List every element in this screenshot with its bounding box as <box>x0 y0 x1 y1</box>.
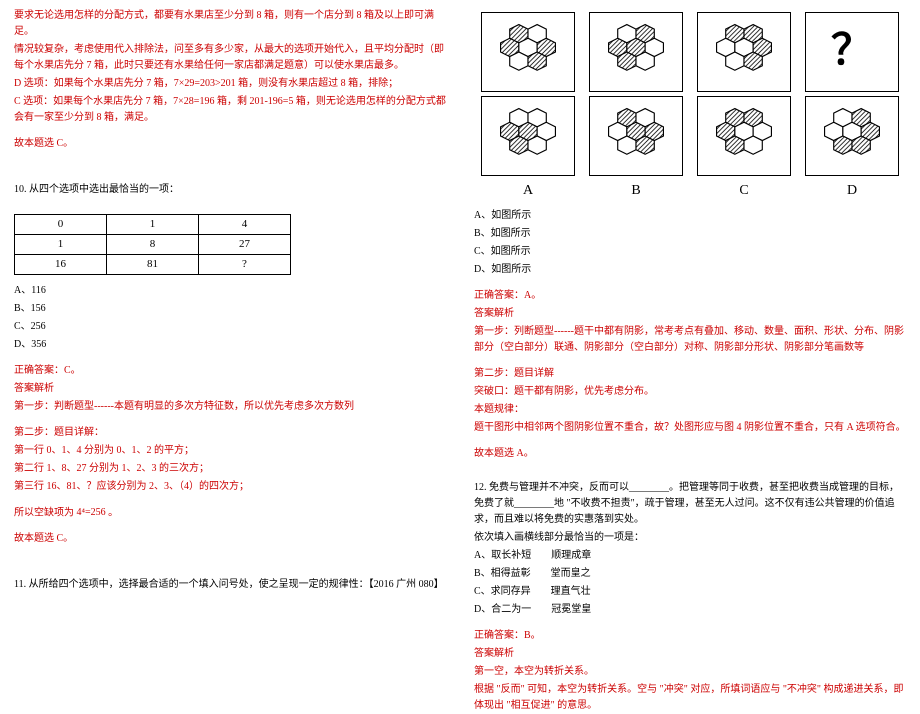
answer-end: 故本题选 C。 <box>14 531 446 547</box>
table-cell: 8 <box>107 235 199 255</box>
red-line: C 选项：如果每个水果店先分 7 箱，7×28=196 箱，剩 201-196=… <box>14 94 446 126</box>
left-column: 要求无论选用怎样的分配方式，都要有水果店至少分到 8 箱，则有一个店分到 8 箱… <box>0 0 460 651</box>
step2-line: 题干图形中相邻两个图阴影位置不重合，故？处图形应与图 4 阴影位置不重合，只有 … <box>474 420 906 436</box>
q10-answer-block: 正确答案：C。 答案解析 第一步：判断题型------本题有明显的多次方特征数，… <box>14 363 446 547</box>
step2-line: 第一行 0、1、4 分别为 0、1、2 的平方； <box>14 443 446 459</box>
q10-opt: B、156 <box>14 301 446 317</box>
step1: 第一步：判断题型------本题有明显的多次方特征数，所以优先考虑多次方数列 <box>14 399 446 415</box>
hex-cluster-icon <box>601 104 671 168</box>
option-labels: A B C D <box>474 180 906 202</box>
option-label: D <box>805 180 899 202</box>
formula-pre: 所以空缺项为 <box>14 507 74 518</box>
q11-answer-block: 正确答案：A。 答案解析 第一步：列断题型------题干中都有阴影，常考考点有… <box>474 288 906 462</box>
step2-header: 第二步：题目详解 <box>474 366 906 382</box>
question-mark-cell: ？ <box>805 12 899 92</box>
q10-opt: A、116 <box>14 283 446 299</box>
option-label: A <box>481 180 575 202</box>
q12-answer-block: 正确答案：B。 答案解析 第一空，本空为转折关系。 根据 "反而" 可知，本空为… <box>474 628 906 714</box>
red-line: 情况较复杂，考虑使用代入排除法，问至多有多少家，从最大的选项开始代入，且平均分配… <box>14 42 446 74</box>
answer-header: 答案解析 <box>14 381 446 397</box>
option-label: C <box>697 180 791 202</box>
ans-line: 第一空，本空为转折关系。 <box>474 664 906 680</box>
option-cell <box>805 96 899 176</box>
q11-figure: ？ <box>474 12 906 202</box>
hex-cluster-icon <box>709 20 779 84</box>
prev-answer-red: 要求无论选用怎样的分配方式，都要有水果店至少分到 8 箱，则有一个店分到 8 箱… <box>14 8 446 152</box>
step2-line: 突破口：题干都有阴影，优先考虑分布。 <box>474 384 906 400</box>
formula: 4⁴=256 <box>77 505 106 521</box>
q11-opt: D、如图所示 <box>474 262 906 278</box>
ans-line: 根据 "反而" 可知，本空为转折关系。空与 "冲突" 对应，所填词语应与 "不冲… <box>474 682 906 714</box>
q11-opt: C、如图所示 <box>474 244 906 260</box>
step2-line: 第三行 16、81、？应该分别为 2、3、（4）的四次方； <box>14 479 446 495</box>
answer-end: 故本题选 A。 <box>474 446 906 462</box>
right-column: ？ <box>460 0 920 651</box>
q10-table: 0 1 4 1 8 27 16 81 ? <box>14 214 291 275</box>
hex-cluster-icon <box>709 104 779 168</box>
correct-answer: 正确答案：A。 <box>474 288 906 304</box>
red-line: 故本题选 C。 <box>14 136 446 152</box>
table-cell: 27 <box>199 235 291 255</box>
table-cell: 4 <box>199 215 291 235</box>
q11-opt: B、如图所示 <box>474 226 906 242</box>
q12-opt: D、合二为一 冠冕堂皇 <box>474 602 906 618</box>
q12-stem: 12. 免费与管理并不冲突，反而可以________。把管理等同于收费，甚至把收… <box>474 480 906 528</box>
option-cell <box>589 96 683 176</box>
option-cell <box>481 96 575 176</box>
step2-line: 本题规律： <box>474 402 906 418</box>
hex-cluster-icon <box>817 104 887 168</box>
answer-header: 答案解析 <box>474 306 906 322</box>
red-line: D 选项：如果每个水果店先分 7 箱，7×29=203>201 箱，则没有水果店… <box>14 76 446 92</box>
correct-answer: 正确答案：C。 <box>14 363 446 379</box>
stimulus-cell <box>697 12 791 92</box>
q11-title: 11. 从所给四个选项中，选择最合适的一个填入问号处，使之呈现一定的规律性：【2… <box>14 577 446 593</box>
q12-opt: A、取长补短 顺理成章 <box>474 548 906 564</box>
q11-opt: A、如图所示 <box>474 208 906 224</box>
step2-line: 第二行 1、8、27 分别为 1、2、3 的三次方； <box>14 461 446 477</box>
question-mark-icon: ？ <box>831 18 873 85</box>
stimulus-row: ？ <box>474 12 906 92</box>
option-cell <box>697 96 791 176</box>
table-cell: 1 <box>15 235 107 255</box>
step2-header: 第二步：题目详解： <box>14 425 446 441</box>
option-row <box>474 96 906 176</box>
q12-stem2: 依次填入画横线部分最恰当的一项是： <box>474 530 906 546</box>
table-cell: ? <box>199 255 291 275</box>
q10-opt: C、256 <box>14 319 446 335</box>
hex-cluster-icon <box>493 104 563 168</box>
step1: 第一步：列断题型------题干中都有阴影，常考考点有叠加、移动、数量、面积、形… <box>474 324 906 356</box>
q12-opt: C、求同存异 理直气壮 <box>474 584 906 600</box>
table-cell: 81 <box>107 255 199 275</box>
stimulus-cell <box>481 12 575 92</box>
red-line: 要求无论选用怎样的分配方式，都要有水果店至少分到 8 箱，则有一个店分到 8 箱… <box>14 8 446 40</box>
q12-opt: B、相得益彰 堂而皇之 <box>474 566 906 582</box>
q10-title: 10. 从四个选项中选出最恰当的一项： <box>14 182 446 198</box>
answer-header: 答案解析 <box>474 646 906 662</box>
formula-line: 所以空缺项为 4⁴=256 。 <box>14 505 446 521</box>
hex-cluster-icon <box>601 20 671 84</box>
hex-cluster-icon <box>493 20 563 84</box>
q10-opt: D、356 <box>14 337 446 353</box>
formula-post: 。 <box>108 507 118 518</box>
table-cell: 1 <box>107 215 199 235</box>
option-label: B <box>589 180 683 202</box>
stimulus-cell <box>589 12 683 92</box>
table-cell: 0 <box>15 215 107 235</box>
correct-answer: 正确答案：B。 <box>474 628 906 644</box>
table-cell: 16 <box>15 255 107 275</box>
